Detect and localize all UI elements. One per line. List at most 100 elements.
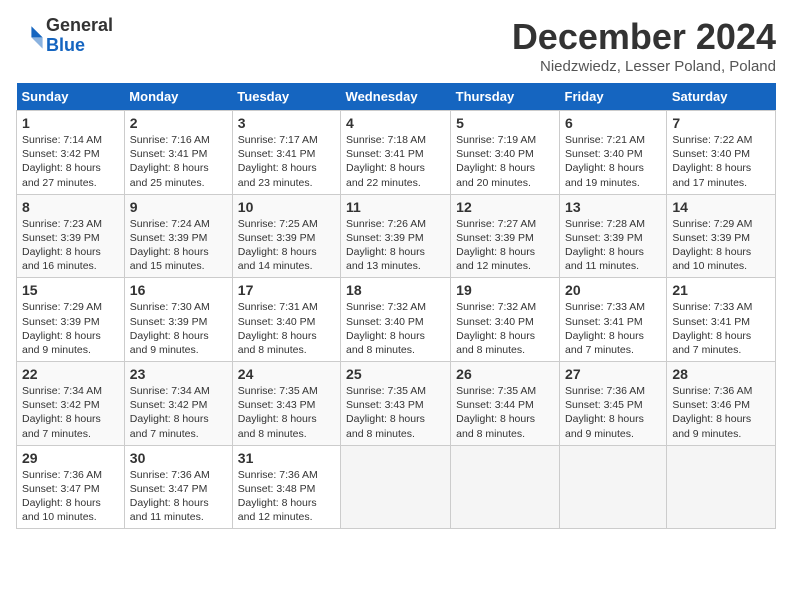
day-number: 27 <box>565 366 661 382</box>
day-info: Sunrise: 7:36 AMSunset: 3:48 PMDaylight:… <box>238 468 335 525</box>
calendar-cell: 21 Sunrise: 7:33 AMSunset: 3:41 PMDayligh… <box>667 278 776 362</box>
weekday-header-tuesday: Tuesday <box>232 83 340 111</box>
day-info: Sunrise: 7:16 AMSunset: 3:41 PMDaylight:… <box>130 133 227 190</box>
day-number: 16 <box>130 282 227 298</box>
calendar-cell: 17 Sunrise: 7:31 AMSunset: 3:40 PMDayligh… <box>232 278 340 362</box>
day-number: 10 <box>238 199 335 215</box>
calendar-week-row: 29 Sunrise: 7:36 AMSunset: 3:47 PMDayligh… <box>17 445 776 529</box>
calendar-cell: 1 Sunrise: 7:14 AMSunset: 3:42 PMDaylight… <box>17 111 125 195</box>
day-number: 24 <box>238 366 335 382</box>
calendar-cell: 25 Sunrise: 7:35 AMSunset: 3:43 PMDayligh… <box>341 362 451 446</box>
calendar-week-row: 22Sunrise: 7:34 AMSunset: 3:42 PMDayligh… <box>17 362 776 446</box>
day-info: Sunrise: 7:22 AMSunset: 3:40 PMDaylight:… <box>672 133 770 190</box>
calendar-cell <box>341 445 451 529</box>
day-number: 23 <box>130 366 227 382</box>
logo-icon <box>16 22 44 50</box>
calendar-cell: 6Sunrise: 7:21 AMSunset: 3:40 PMDaylight… <box>560 111 667 195</box>
day-number: 15 <box>22 282 119 298</box>
day-number: 7 <box>672 115 770 131</box>
day-info: Sunrise: 7:35 AMSunset: 3:43 PMDaylight:… <box>238 384 335 441</box>
calendar-cell: 4 Sunrise: 7:18 AMSunset: 3:41 PMDaylight… <box>341 111 451 195</box>
calendar-cell <box>560 445 667 529</box>
calendar-cell: 16 Sunrise: 7:30 AMSunset: 3:39 PMDayligh… <box>124 278 232 362</box>
day-number: 21 <box>672 282 770 298</box>
day-number: 5 <box>456 115 554 131</box>
weekday-header-wednesday: Wednesday <box>341 83 451 111</box>
day-info: Sunrise: 7:18 AMSunset: 3:41 PMDaylight:… <box>346 133 445 190</box>
calendar-cell: 29 Sunrise: 7:36 AMSunset: 3:47 PMDayligh… <box>17 445 125 529</box>
day-number: 19 <box>456 282 554 298</box>
day-info: Sunrise: 7:25 AMSunset: 3:39 PMDaylight:… <box>238 217 335 274</box>
day-number: 9 <box>130 199 227 215</box>
day-number: 1 <box>22 115 119 131</box>
logo: General Blue <box>16 16 113 56</box>
day-number: 12 <box>456 199 554 215</box>
day-info: Sunrise: 7:33 AMSunset: 3:41 PMDaylight:… <box>565 300 661 357</box>
day-number: 25 <box>346 366 445 382</box>
calendar-week-row: 15 Sunrise: 7:29 AMSunset: 3:39 PMDayligh… <box>17 278 776 362</box>
calendar-cell: 15 Sunrise: 7:29 AMSunset: 3:39 PMDayligh… <box>17 278 125 362</box>
calendar-cell: 11 Sunrise: 7:26 AMSunset: 3:39 PMDayligh… <box>341 194 451 278</box>
day-info: Sunrise: 7:35 AMSunset: 3:43 PMDaylight:… <box>346 384 445 441</box>
day-info: Sunrise: 7:36 AMSunset: 3:47 PMDaylight:… <box>22 468 119 525</box>
day-number: 4 <box>346 115 445 131</box>
calendar-cell: 23 Sunrise: 7:34 AMSunset: 3:42 PMDayligh… <box>124 362 232 446</box>
day-info: Sunrise: 7:35 AMSunset: 3:44 PMDaylight:… <box>456 384 554 441</box>
title-block: December 2024 Niedzwiedz, Lesser Poland,… <box>512 16 776 75</box>
calendar-cell: 10 Sunrise: 7:25 AMSunset: 3:39 PMDayligh… <box>232 194 340 278</box>
calendar-cell: 12 Sunrise: 7:27 AMSunset: 3:39 PMDayligh… <box>451 194 560 278</box>
logo-general: General <box>46 15 113 35</box>
weekday-header-friday: Friday <box>560 83 667 111</box>
weekday-header-row: SundayMondayTuesdayWednesdayThursdayFrid… <box>17 83 776 111</box>
day-number: 11 <box>346 199 445 215</box>
day-info: Sunrise: 7:29 AMSunset: 3:39 PMDaylight:… <box>22 300 119 357</box>
day-number: 8 <box>22 199 119 215</box>
month-title: December 2024 <box>512 16 776 58</box>
day-info: Sunrise: 7:14 AMSunset: 3:42 PMDaylight:… <box>22 133 119 190</box>
calendar-cell: 19 Sunrise: 7:32 AMSunset: 3:40 PMDayligh… <box>451 278 560 362</box>
day-info: Sunrise: 7:24 AMSunset: 3:39 PMDaylight:… <box>130 217 227 274</box>
day-info: Sunrise: 7:23 AMSunset: 3:39 PMDaylight:… <box>22 217 119 274</box>
day-info: Sunrise: 7:19 AMSunset: 3:40 PMDaylight:… <box>456 133 554 190</box>
day-number: 28 <box>672 366 770 382</box>
day-info: Sunrise: 7:36 AMSunset: 3:45 PMDaylight:… <box>565 384 661 441</box>
day-number: 29 <box>22 450 119 466</box>
calendar-cell: 7 Sunrise: 7:22 AMSunset: 3:40 PMDaylight… <box>667 111 776 195</box>
day-info: Sunrise: 7:33 AMSunset: 3:41 PMDaylight:… <box>672 300 770 357</box>
logo-text: General Blue <box>46 16 113 56</box>
day-info: Sunrise: 7:34 AMSunset: 3:42 PMDaylight:… <box>22 384 119 441</box>
calendar-cell: 13Sunrise: 7:28 AMSunset: 3:39 PMDayligh… <box>560 194 667 278</box>
day-info: Sunrise: 7:27 AMSunset: 3:39 PMDaylight:… <box>456 217 554 274</box>
day-info: Sunrise: 7:31 AMSunset: 3:40 PMDaylight:… <box>238 300 335 357</box>
day-number: 6 <box>565 115 661 131</box>
day-info: Sunrise: 7:36 AMSunset: 3:47 PMDaylight:… <box>130 468 227 525</box>
day-number: 17 <box>238 282 335 298</box>
day-info: Sunrise: 7:28 AMSunset: 3:39 PMDaylight:… <box>565 217 661 274</box>
day-info: Sunrise: 7:32 AMSunset: 3:40 PMDaylight:… <box>456 300 554 357</box>
day-number: 31 <box>238 450 335 466</box>
calendar-cell: 8 Sunrise: 7:23 AMSunset: 3:39 PMDaylight… <box>17 194 125 278</box>
page-header: General Blue December 2024 Niedzwiedz, L… <box>16 16 776 75</box>
day-info: Sunrise: 7:26 AMSunset: 3:39 PMDaylight:… <box>346 217 445 274</box>
weekday-header-sunday: Sunday <box>17 83 125 111</box>
day-info: Sunrise: 7:34 AMSunset: 3:42 PMDaylight:… <box>130 384 227 441</box>
calendar-week-row: 1 Sunrise: 7:14 AMSunset: 3:42 PMDaylight… <box>17 111 776 195</box>
calendar-cell: 2Sunrise: 7:16 AMSunset: 3:41 PMDaylight… <box>124 111 232 195</box>
calendar-cell: 27 Sunrise: 7:36 AMSunset: 3:45 PMDayligh… <box>560 362 667 446</box>
weekday-header-saturday: Saturday <box>667 83 776 111</box>
calendar-cell: 28Sunrise: 7:36 AMSunset: 3:46 PMDayligh… <box>667 362 776 446</box>
day-number: 18 <box>346 282 445 298</box>
logo-blue: Blue <box>46 35 85 55</box>
day-info: Sunrise: 7:30 AMSunset: 3:39 PMDaylight:… <box>130 300 227 357</box>
day-number: 14 <box>672 199 770 215</box>
calendar-cell <box>451 445 560 529</box>
weekday-header-monday: Monday <box>124 83 232 111</box>
calendar-cell: 9 Sunrise: 7:24 AMSunset: 3:39 PMDaylight… <box>124 194 232 278</box>
day-number: 26 <box>456 366 554 382</box>
calendar-cell <box>667 445 776 529</box>
calendar-cell: 24 Sunrise: 7:35 AMSunset: 3:43 PMDayligh… <box>232 362 340 446</box>
calendar-cell: 14Sunrise: 7:29 AMSunset: 3:39 PMDayligh… <box>667 194 776 278</box>
calendar-cell: 3Sunrise: 7:17 AMSunset: 3:41 PMDaylight… <box>232 111 340 195</box>
day-number: 30 <box>130 450 227 466</box>
calendar-cell: 5 Sunrise: 7:19 AMSunset: 3:40 PMDaylight… <box>451 111 560 195</box>
